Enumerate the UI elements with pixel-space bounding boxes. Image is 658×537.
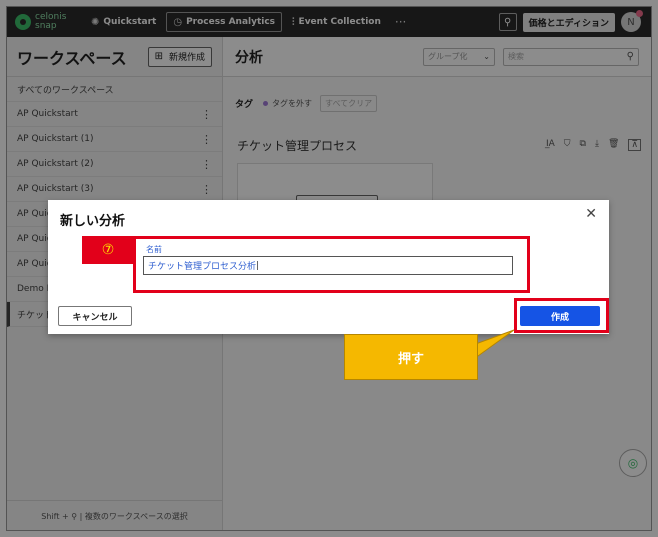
highlight-create-button — [514, 298, 609, 333]
dialog-title: 新しい分析 — [60, 214, 126, 229]
highlight-name-field — [133, 236, 530, 293]
close-icon[interactable]: ✕ — [585, 206, 597, 222]
callout-press: 押す — [344, 334, 478, 380]
step-number-badge: ⑦ — [82, 236, 134, 264]
cancel-button[interactable]: キャンセル — [58, 306, 132, 326]
